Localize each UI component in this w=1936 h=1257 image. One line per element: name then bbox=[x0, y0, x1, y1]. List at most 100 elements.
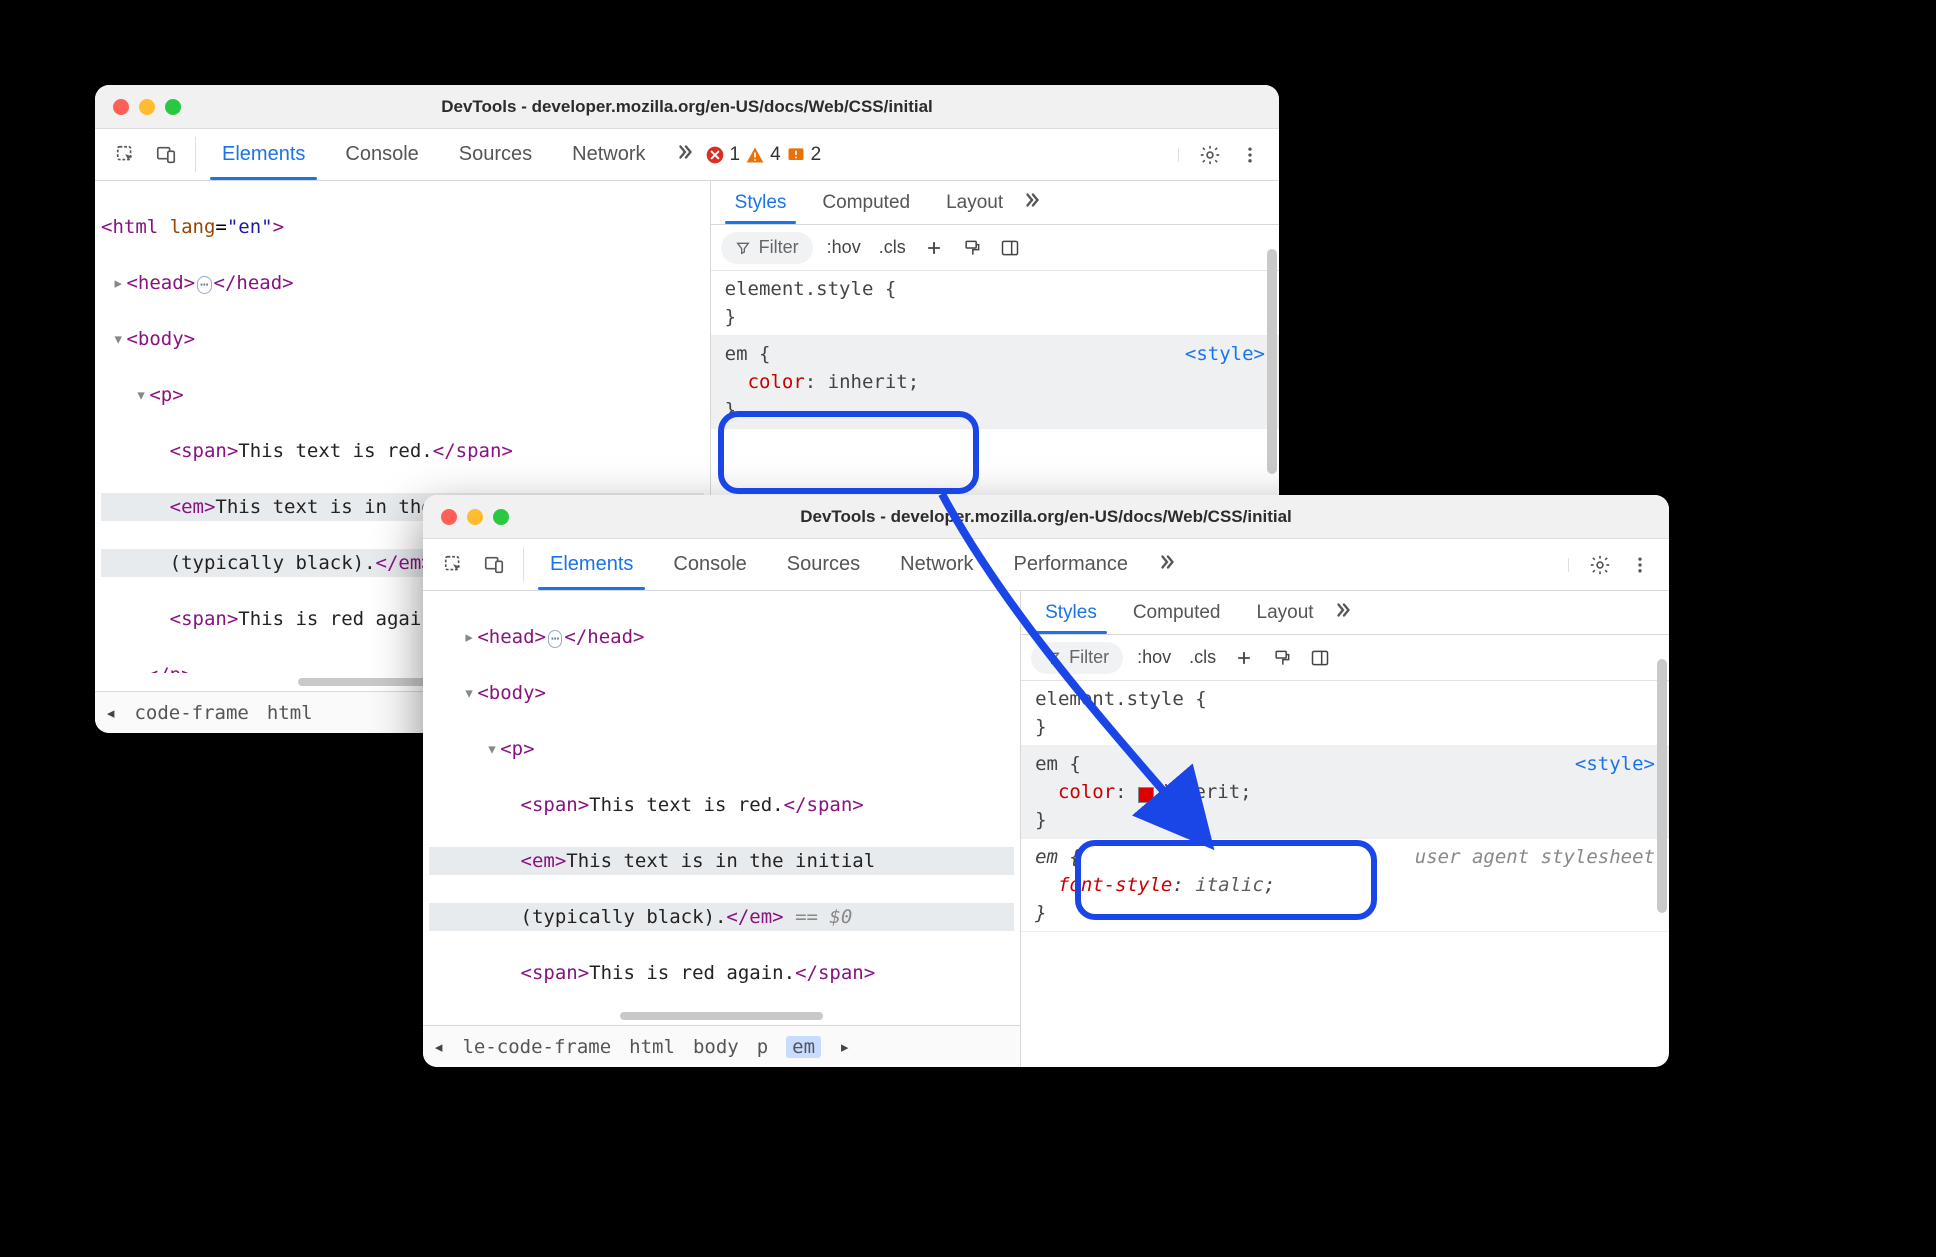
breadcrumb: ◂ le-code-frame html body p em ▸ bbox=[423, 1025, 1020, 1067]
styles-tab-layout[interactable]: Layout bbox=[1239, 591, 1332, 634]
close-icon[interactable] bbox=[113, 99, 129, 115]
zoom-icon[interactable] bbox=[493, 509, 509, 525]
toggle-sidebar-icon[interactable] bbox=[996, 234, 1024, 262]
collapse-arrow-icon[interactable]: ▾ bbox=[486, 735, 500, 763]
issues-count: 2 bbox=[811, 144, 822, 166]
hov-button[interactable]: :hov bbox=[823, 237, 865, 258]
tab-console[interactable]: Console bbox=[653, 539, 766, 590]
more-tabs-icon[interactable] bbox=[1148, 551, 1186, 579]
collapse-arrow-icon[interactable]: ▾ bbox=[135, 381, 149, 409]
tag-em-close: </em> bbox=[726, 906, 783, 928]
gear-icon[interactable] bbox=[1585, 550, 1615, 580]
attr-lang-val: "en" bbox=[227, 216, 273, 238]
rule-em-ua[interactable]: user agent stylesheet em { font-style: i… bbox=[1021, 839, 1669, 932]
cls-button[interactable]: .cls bbox=[1185, 647, 1220, 668]
rule-element-style[interactable]: element.style { } bbox=[711, 271, 1279, 336]
tab-network[interactable]: Network bbox=[880, 539, 993, 590]
tab-network[interactable]: Network bbox=[552, 129, 665, 180]
more-tabs-icon[interactable] bbox=[1332, 599, 1354, 626]
breadcrumb-item[interactable]: le-code-frame bbox=[462, 1036, 611, 1058]
rule-element-style[interactable]: element.style { } bbox=[1021, 681, 1669, 746]
kebab-icon[interactable] bbox=[1625, 550, 1655, 580]
styles-tab-styles[interactable]: Styles bbox=[1027, 591, 1115, 634]
collapsed-ellipsis-icon[interactable]: ⋯ bbox=[548, 630, 562, 648]
vscrollbar[interactable] bbox=[1657, 639, 1667, 1063]
tab-sources[interactable]: Sources bbox=[767, 539, 880, 590]
breadcrumb-item[interactable]: body bbox=[693, 1036, 739, 1058]
source-link[interactable]: <style> bbox=[1575, 750, 1655, 778]
prop-value: italic bbox=[1195, 874, 1264, 896]
gear-icon[interactable] bbox=[1195, 140, 1225, 170]
styles-filter-input[interactable]: Filter bbox=[721, 232, 813, 264]
rule-selector: element.style { bbox=[1035, 685, 1655, 713]
rule-em[interactable]: <style> em { color: inherit; } bbox=[711, 336, 1279, 429]
more-tabs-icon[interactable] bbox=[666, 141, 704, 169]
styles-tab-styles[interactable]: Styles bbox=[717, 181, 805, 224]
breadcrumb-prev-icon[interactable]: ◂ bbox=[433, 1036, 444, 1058]
source-link[interactable]: <style> bbox=[1185, 340, 1265, 368]
breadcrumb-prev-icon[interactable]: ◂ bbox=[105, 702, 116, 724]
collapse-arrow-icon[interactable]: ▸ bbox=[112, 269, 126, 297]
status-badges[interactable]: 1 4 2 bbox=[704, 144, 822, 166]
dom-text: (typically black). bbox=[521, 906, 727, 928]
tab-elements[interactable]: Elements bbox=[530, 539, 653, 590]
paint-icon[interactable] bbox=[1268, 644, 1296, 672]
kebab-icon[interactable] bbox=[1235, 140, 1265, 170]
tag-span-close: </span> bbox=[795, 962, 875, 984]
hov-button[interactable]: :hov bbox=[1133, 647, 1175, 668]
zoom-icon[interactable] bbox=[165, 99, 181, 115]
tab-elements[interactable]: Elements bbox=[202, 129, 325, 180]
filter-icon bbox=[1045, 650, 1061, 666]
rule-em[interactable]: <style> em { color: inherit; } bbox=[1021, 746, 1669, 839]
collapse-arrow-icon[interactable]: ▾ bbox=[112, 325, 126, 353]
styles-tabs: Styles Computed Layout bbox=[1021, 591, 1669, 635]
breadcrumb-item[interactable]: p bbox=[757, 1036, 768, 1058]
device-toggle-icon[interactable] bbox=[477, 548, 511, 582]
devtools-window-after: DevTools - developer.mozilla.org/en-US/d… bbox=[423, 495, 1669, 1067]
window-title: DevTools - developer.mozilla.org/en-US/d… bbox=[423, 507, 1669, 527]
breadcrumb-item[interactable]: code-frame bbox=[134, 702, 248, 724]
breadcrumb-item[interactable]: html bbox=[629, 1036, 675, 1058]
dom-tree[interactable]: ▸<head>⋯</head> ▾<body> ▾<p> <span>This … bbox=[423, 591, 1020, 1007]
prop-semi: ; bbox=[1240, 781, 1251, 803]
inspect-icon[interactable] bbox=[437, 548, 471, 582]
tag-p-close: </p> bbox=[147, 664, 193, 673]
collapse-arrow-icon[interactable]: ▸ bbox=[463, 623, 477, 651]
new-rule-icon[interactable] bbox=[920, 234, 948, 262]
collapse-arrow-icon[interactable]: ▾ bbox=[463, 679, 477, 707]
more-tabs-icon[interactable] bbox=[1021, 189, 1043, 216]
color-swatch[interactable] bbox=[1138, 787, 1154, 803]
dom-text: (typically black). bbox=[170, 552, 376, 574]
main-toolbar: Elements Console Sources Network 1 4 2 bbox=[95, 129, 1279, 181]
tab-performance[interactable]: Performance bbox=[994, 539, 1149, 590]
device-toggle-icon[interactable] bbox=[149, 138, 183, 172]
tag-span-open: <span> bbox=[521, 794, 590, 816]
dom-text: This text is red. bbox=[238, 440, 432, 462]
breadcrumb-next-icon[interactable]: ▸ bbox=[839, 1036, 850, 1058]
cls-button[interactable]: .cls bbox=[875, 237, 910, 258]
minimize-icon[interactable] bbox=[139, 99, 155, 115]
inspect-icon[interactable] bbox=[109, 138, 143, 172]
minimize-icon[interactable] bbox=[467, 509, 483, 525]
tab-console[interactable]: Console bbox=[325, 129, 438, 180]
tag-body-open: <body> bbox=[126, 328, 195, 350]
styles-filter-input[interactable]: Filter bbox=[1031, 642, 1123, 674]
tag-em-open: <em> bbox=[521, 850, 567, 872]
tag-span-open: <span> bbox=[170, 608, 239, 630]
new-rule-icon[interactable] bbox=[1230, 644, 1258, 672]
styles-body[interactable]: element.style { } <style> em { color: in… bbox=[1021, 681, 1669, 1067]
tab-sources[interactable]: Sources bbox=[439, 129, 552, 180]
paint-icon[interactable] bbox=[958, 234, 986, 262]
breadcrumb-item[interactable]: html bbox=[267, 702, 313, 724]
breadcrumb-item-selected[interactable]: em bbox=[786, 1036, 821, 1058]
selection-hint: == $0 bbox=[784, 906, 853, 928]
toggle-sidebar-icon[interactable] bbox=[1306, 644, 1334, 672]
styles-tab-computed[interactable]: Computed bbox=[804, 181, 928, 224]
collapsed-ellipsis-icon[interactable]: ⋯ bbox=[197, 276, 211, 294]
styles-tabs: Styles Computed Layout bbox=[711, 181, 1279, 225]
tag-p-open: <p> bbox=[500, 738, 534, 760]
styles-tab-computed[interactable]: Computed bbox=[1115, 591, 1239, 634]
styles-tab-layout[interactable]: Layout bbox=[928, 181, 1021, 224]
hscrollbar[interactable] bbox=[423, 1007, 1020, 1025]
close-icon[interactable] bbox=[441, 509, 457, 525]
